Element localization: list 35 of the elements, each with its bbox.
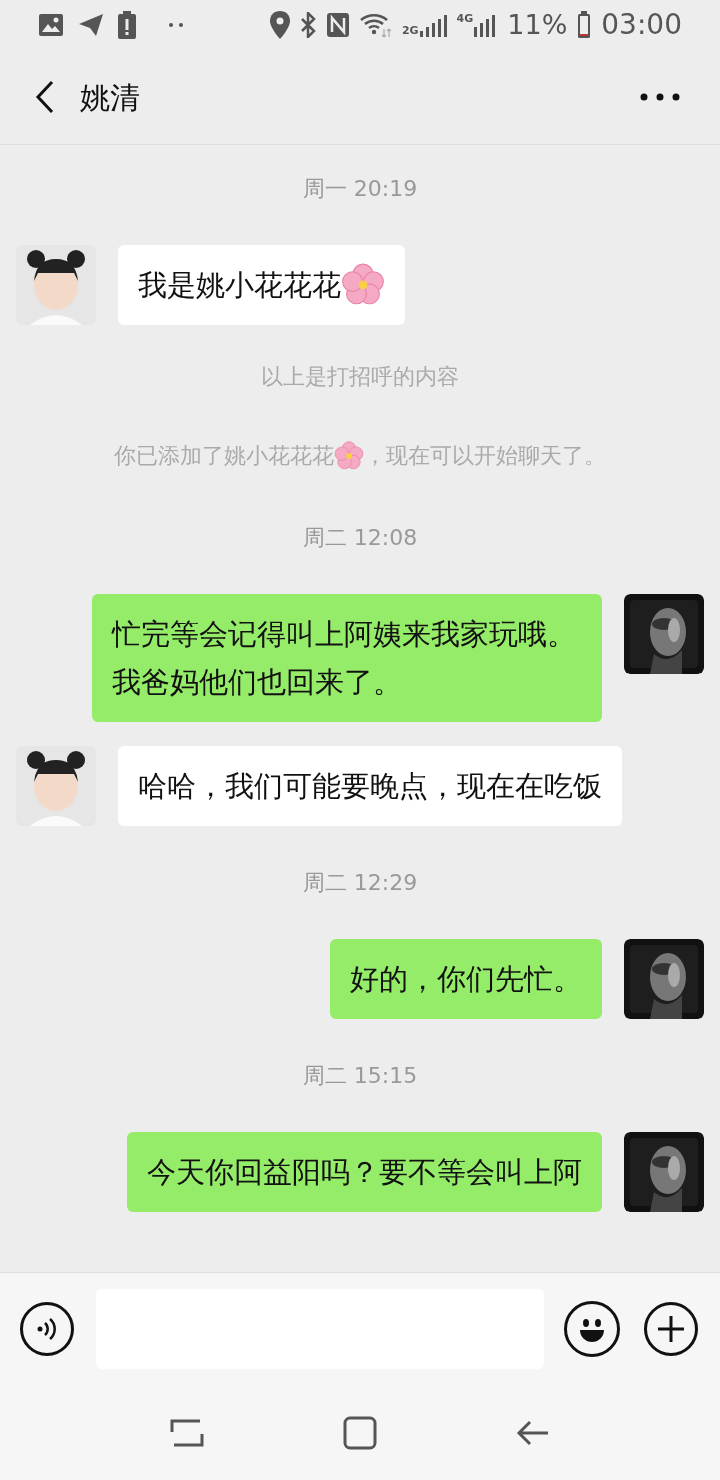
timestamp: 周二 12:08 bbox=[302, 524, 418, 552]
message-bubble: 我是姚小花花花 bbox=[118, 245, 405, 325]
battery-percentage: 11% bbox=[507, 10, 568, 40]
timestamp: 周二 12:29 bbox=[302, 869, 418, 897]
voice-button[interactable] bbox=[20, 1302, 74, 1356]
timestamp: 周二 15:15 bbox=[302, 1062, 418, 1090]
message-bubble: 今天你回益阳吗？要不等会叫上阿 bbox=[127, 1132, 602, 1212]
voice-icon bbox=[35, 1316, 59, 1342]
location-icon bbox=[269, 11, 290, 39]
alert-icon bbox=[118, 11, 136, 39]
message-bubble: 好的，你们先忙。 bbox=[330, 939, 602, 1019]
system-message: 你已添加了姚小花花花 bbox=[114, 442, 334, 470]
emoji-button[interactable] bbox=[564, 1301, 620, 1357]
status-time: 03:00 bbox=[601, 10, 682, 40]
image-icon bbox=[38, 13, 64, 37]
back-icon bbox=[35, 80, 55, 114]
plus-icon bbox=[656, 1314, 686, 1344]
nfc-icon bbox=[325, 12, 350, 38]
signal-icon bbox=[473, 13, 498, 37]
more-notifications-icon bbox=[168, 22, 184, 28]
more-icon bbox=[640, 93, 680, 101]
network-type-label: 4G bbox=[456, 13, 474, 25]
wifi-icon bbox=[359, 12, 392, 38]
network-type-label: 2G bbox=[401, 25, 419, 37]
message-bubble: 哈哈，我们可能要晚点，现在在吃饭 bbox=[118, 746, 622, 826]
bluetooth-icon bbox=[299, 12, 316, 38]
system-message: 以上是打招呼的内容 bbox=[261, 363, 459, 391]
battery-icon bbox=[577, 11, 592, 39]
send-icon bbox=[78, 13, 104, 37]
message-bubble: 忙完等会记得叫上阿姨来我家玩哦。我爸妈他们也回来了。 bbox=[92, 594, 602, 722]
chat-title: 姚清 bbox=[80, 78, 140, 117]
timestamp: 周一 20:19 bbox=[302, 175, 418, 203]
system-message: ，现在可以开始聊天了。 bbox=[364, 442, 606, 470]
signal-icon bbox=[418, 13, 447, 37]
add-button[interactable] bbox=[644, 1302, 698, 1356]
